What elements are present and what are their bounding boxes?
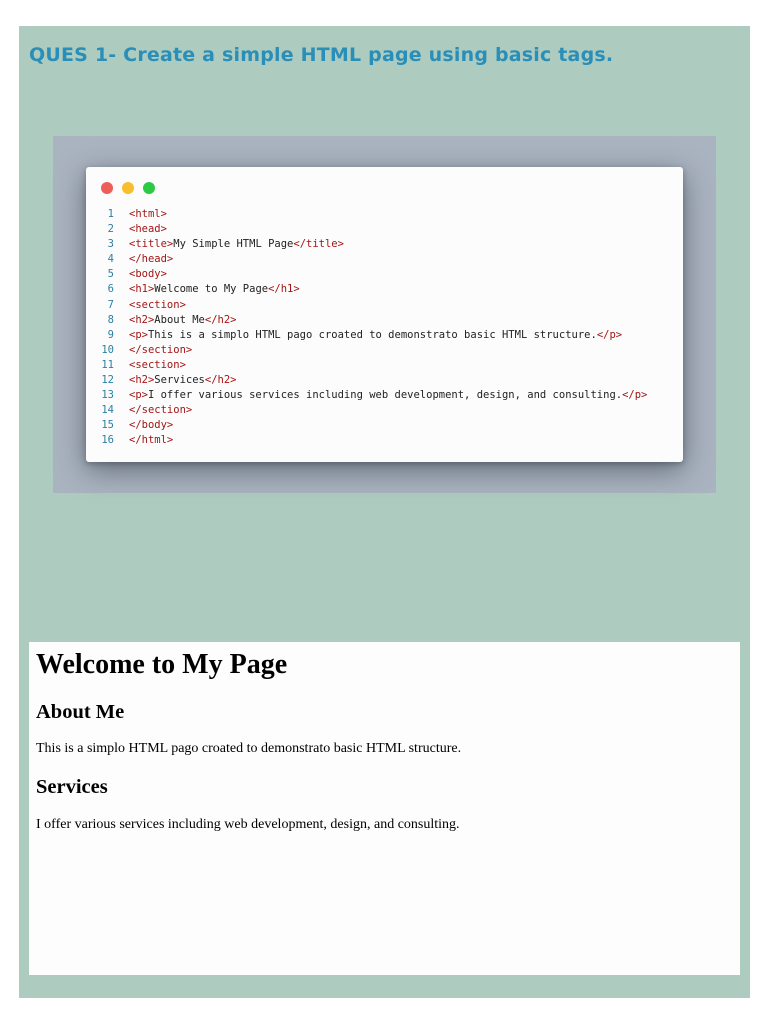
- code-line: 6 <h1>Welcome to My Page</h1>: [86, 282, 647, 297]
- code-content: <html>: [129, 207, 167, 222]
- code-tag: <h1>: [129, 283, 155, 296]
- code-content: <p>This is a simplo HTML pago croated to…: [129, 328, 622, 343]
- preview-services-paragraph: I offer various services including web d…: [36, 817, 460, 832]
- window-controls: [101, 182, 155, 194]
- code-tag: <section>: [129, 358, 186, 371]
- code-line: 3 <title>My Simple HTML Page</title>: [86, 237, 647, 252]
- line-number: 8: [107, 313, 114, 326]
- code-content: </section>: [129, 403, 192, 418]
- line-number: 16: [101, 434, 114, 447]
- code-line: 2 <head>: [86, 222, 647, 237]
- preview-about-heading: About Me: [36, 701, 125, 723]
- code-tag: <html>: [129, 208, 167, 220]
- line-number: 12: [101, 374, 114, 387]
- code-text: My Simple HTML Page: [173, 238, 294, 251]
- code-text: I offer various services including web d…: [147, 389, 623, 402]
- code-tag: </h2>: [204, 374, 237, 387]
- code-tag: <p>: [129, 389, 148, 402]
- preview-about-paragraph: This is a simplo HTML pago croated to de…: [36, 741, 462, 756]
- code-text: Services: [154, 374, 205, 387]
- line-number: 13: [101, 389, 114, 402]
- code-line: 12 <h2>Services</h2>: [86, 373, 647, 388]
- code-tag: </section>: [129, 404, 193, 417]
- code-text: Welcome to My Page: [154, 283, 269, 296]
- line-number: 4: [107, 253, 114, 266]
- code-tag: <title>: [129, 238, 174, 251]
- line-number: 10: [101, 343, 114, 356]
- preview-services-heading: Services: [36, 776, 108, 798]
- code-line: 8 <h2>About Me</h2>: [86, 313, 647, 328]
- minimize-dot-icon: [122, 182, 134, 194]
- code-tag: <p>: [129, 328, 148, 341]
- code-line: 14 </section>: [86, 403, 647, 418]
- code-line: 15 </body>: [86, 418, 647, 433]
- code-content: <body>: [129, 267, 167, 282]
- code-tag: <section>: [129, 298, 186, 311]
- line-number: 6: [107, 283, 114, 296]
- code-line: 10 </section>: [86, 343, 647, 358]
- code-tag: </p>: [596, 328, 623, 341]
- code-line: 16 </html>: [86, 433, 647, 448]
- question-title: QUES 1- Create a simple HTML page using …: [29, 44, 614, 66]
- code-content: <h2>About Me</h2>: [129, 313, 236, 328]
- code-content: <title>My Simple HTML Page</title>: [129, 237, 344, 252]
- line-number: 7: [107, 298, 114, 311]
- code-tag: </title>: [293, 238, 344, 251]
- code-line: 5 <body>: [86, 267, 647, 282]
- line-number: 14: [101, 404, 114, 417]
- line-number: 15: [101, 419, 114, 432]
- code-content: </head>: [129, 252, 173, 267]
- line-number: 1: [107, 208, 114, 220]
- code-tag: </h1>: [268, 283, 300, 296]
- code-tag: </h2>: [204, 313, 237, 326]
- code-tag: </p>: [622, 389, 648, 402]
- rendered-page-preview: Welcome to My Page About Me This is a si…: [29, 642, 740, 975]
- close-dot-icon: [101, 182, 113, 194]
- code-line: 4 </head>: [86, 252, 647, 267]
- code-tag: </body>: [129, 419, 174, 432]
- code-block: 1 <html> 2 <head> 3 <title>My Simple HTML Pag…: [86, 207, 647, 449]
- line-number: 2: [107, 223, 114, 236]
- code-editor-window: 1 <html> 2 <head> 3 <title>My Simple HTML Pag…: [86, 167, 683, 462]
- line-number: 9: [107, 328, 114, 341]
- code-content: </body>: [129, 418, 173, 433]
- code-content: <head>: [129, 222, 167, 237]
- code-tag: <h2>: [129, 374, 155, 387]
- code-content: </section>: [129, 343, 192, 358]
- code-content: <h2>Services</h2>: [129, 373, 236, 388]
- code-content: <p>I offer various services including we…: [129, 388, 647, 403]
- line-number: 5: [107, 268, 114, 281]
- code-line: 7 <section>: [86, 298, 647, 313]
- line-number: 11: [101, 358, 114, 371]
- preview-heading: Welcome to My Page: [36, 649, 288, 680]
- code-content: <h1>Welcome to My Page</h1>: [129, 282, 300, 297]
- code-content: <section>: [129, 298, 186, 313]
- line-number: 3: [107, 238, 114, 251]
- code-line: 13 <p>I offer various services including …: [86, 388, 647, 403]
- code-text: This is a simplo HTML pago croated to de…: [147, 328, 597, 341]
- code-line: 11 <section>: [86, 358, 647, 373]
- code-tag: </section>: [129, 343, 193, 356]
- code-line: 9 <p>This is a simplo HTML pago croated t…: [86, 328, 647, 343]
- code-content: <section>: [129, 358, 186, 373]
- code-tag: <body>: [129, 268, 167, 281]
- code-tag: </html>: [129, 434, 174, 447]
- code-tag: <head>: [129, 223, 167, 236]
- code-tag: </head>: [129, 253, 174, 266]
- code-tag: <h2>: [129, 313, 155, 326]
- code-screenshot-frame: 1 <html> 2 <head> 3 <title>My Simple HTML Pag…: [53, 136, 716, 493]
- code-text: About Me: [154, 313, 205, 326]
- code-line: 1 <html>: [86, 207, 647, 222]
- code-content: </html>: [129, 433, 173, 448]
- document-page: QUES 1- Create a simple HTML page using …: [19, 26, 750, 998]
- maximize-dot-icon: [143, 182, 155, 194]
